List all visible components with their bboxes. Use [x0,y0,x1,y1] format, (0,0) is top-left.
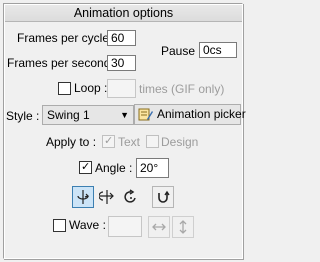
rotate-swing-icon[interactable] [72,186,94,208]
checkmark-icon: ✓ [81,161,91,173]
loop-checkbox[interactable] [58,82,71,95]
loop-count-input[interactable] [107,79,136,98]
frames-per-cycle-input[interactable]: 60 [107,30,136,46]
apply-to-label: Apply to : [46,135,97,149]
horizontal-arrows-icon[interactable] [148,216,170,238]
frames-per-cycle-label: Frames per cycle : [17,31,116,45]
style-select[interactable]: Swing 1 ▼ [42,105,134,125]
rotate-clockwise-icon[interactable] [120,186,142,208]
apply-design-checkbox[interactable] [146,135,159,148]
pause-input[interactable]: 0cs [199,42,237,58]
wave-input[interactable] [108,216,142,237]
panel-title: Animation options [5,5,242,22]
apply-text-checkbox[interactable]: ✓ [102,135,115,148]
chevron-down-icon: ▼ [120,110,129,120]
style-select-value: Swing 1 [47,108,90,122]
wave-label: Wave : [69,218,106,232]
angle-label: Angle : [95,161,133,175]
animation-picker-icon [138,107,153,125]
vertical-arrows-icon[interactable] [172,216,194,238]
loop-suffix-label: times (GIF only) [139,82,225,96]
animation-picker-button[interactable]: Animation picker [134,104,246,125]
wave-checkbox[interactable] [53,219,66,232]
frames-per-second-input[interactable]: 30 [107,55,136,71]
loop-label: Loop : [74,81,108,95]
apply-text-label: Text [118,135,141,149]
apply-design-label: Design [161,135,199,149]
angle-input[interactable]: 20° [136,158,169,178]
animation-picker-label: Animation picker [157,107,246,121]
u-turn-icon[interactable] [152,186,174,208]
flip-horizontal-icon[interactable] [96,186,118,208]
checkmark-icon: ✓ [104,135,114,147]
frames-per-second-label: Frames per second : [7,56,118,70]
pause-label: Pause : [161,44,202,58]
style-label: Style : [6,109,40,123]
angle-checkbox[interactable]: ✓ [79,161,92,174]
